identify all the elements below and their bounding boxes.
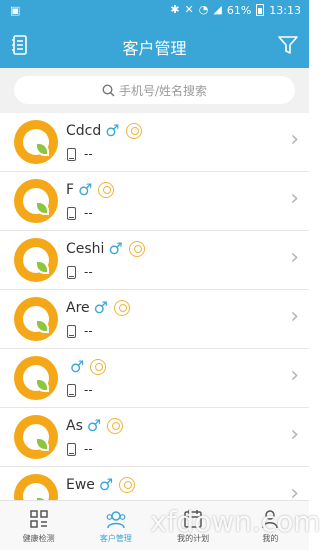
tab-health-check[interactable]: 健康检测: [0, 501, 77, 550]
search-area: 手机号/姓名搜索: [0, 68, 309, 113]
customer-phone: --: [84, 147, 93, 161]
customer-row[interactable]: ♂ -- ›: [0, 349, 309, 408]
customer-row[interactable]: F ♂ -- ›: [0, 172, 309, 231]
customer-row[interactable]: Ceshi ♂ -- ›: [0, 231, 309, 290]
tab-label: 健康检测: [22, 533, 55, 543]
avatar: [14, 297, 58, 341]
chevron-right-icon: ›: [290, 245, 299, 270]
customer-phone: --: [84, 324, 93, 338]
avatar: [14, 238, 58, 282]
bluetooth-icon: ✱: [170, 3, 180, 16]
tab-label: 客户管理: [99, 533, 132, 543]
signal-icon: ◢: [213, 3, 222, 16]
male-icon: ♂: [78, 180, 93, 199]
customer-list: Cdcd ♂ -- › F ♂ -- › Ceshi ♂ -- › Are ♂ -- ›…: [0, 113, 309, 500]
chevron-right-icon: ›: [290, 422, 299, 447]
medal-icon: [119, 477, 136, 493]
male-icon: ♂: [98, 475, 114, 494]
medal-icon: [107, 418, 124, 434]
status-icons: ✱ ✕ ◔ ◢ 61% 13:13: [170, 3, 301, 17]
medal-icon: [125, 123, 142, 139]
male-icon: ♂: [86, 416, 102, 435]
mute-icon: ✕: [184, 3, 194, 16]
medal-icon: [113, 300, 130, 316]
customer-phone: --: [84, 442, 93, 456]
users-icon: [106, 510, 126, 528]
page-title: 客户管理: [122, 39, 187, 58]
person-icon: [262, 509, 279, 528]
customer-name: Ceshi: [66, 241, 105, 257]
phone-icon: [67, 147, 76, 161]
tab-customer-management[interactable]: 客户管理: [77, 501, 154, 550]
customer-name: F: [66, 182, 75, 198]
wifi-icon: ◔: [198, 3, 209, 16]
customer-row[interactable]: Are ♂ -- ›: [0, 290, 309, 349]
notification-image-icon: ▣: [10, 4, 21, 17]
calendar-icon: [184, 509, 202, 528]
avatar: [14, 179, 58, 223]
customer-name: Are: [66, 300, 90, 316]
customer-name: Ewe: [66, 477, 95, 493]
search-input[interactable]: 手机号/姓名搜索: [14, 76, 295, 104]
customer-name: Cdcd: [66, 123, 102, 139]
phone-icon: [67, 383, 76, 397]
tab-bar: 健康检测 客户管理 我的计划 我的: [0, 500, 309, 550]
clock: 13:13: [269, 3, 301, 17]
battery-percent: 61%: [226, 3, 252, 17]
tab-label: 我的计划: [177, 533, 210, 543]
medal-icon: [98, 182, 115, 198]
avatar: [14, 474, 58, 500]
male-icon: ♂: [108, 239, 123, 258]
medal-icon: [90, 359, 107, 375]
phone-icon: [67, 442, 76, 456]
male-icon: ♂: [105, 121, 120, 140]
avatar: [14, 356, 58, 400]
chevron-right-icon: ›: [290, 363, 299, 388]
chevron-right-icon: ›: [290, 127, 299, 152]
phone-icon: [67, 265, 76, 279]
grid-icon: [29, 509, 48, 528]
filter-icon[interactable]: [277, 34, 299, 56]
customer-phone: --: [84, 206, 93, 220]
chevron-right-icon: ›: [290, 481, 299, 501]
search-placeholder: 手机号/姓名搜索: [118, 83, 208, 98]
customer-row[interactable]: Ewe♂ -- ›: [0, 467, 309, 500]
battery-icon: [256, 4, 265, 16]
tab-label: 我的: [262, 533, 279, 543]
customer-name: As: [66, 418, 83, 434]
tab-me[interactable]: 我的: [232, 501, 309, 550]
chevron-right-icon: ›: [290, 186, 299, 211]
medal-icon: [128, 241, 145, 257]
avatar: [14, 415, 58, 459]
male-icon: ♂: [70, 357, 85, 376]
status-bar: ▣ ✱ ✕ ◔ ◢ 61% 13:13: [0, 0, 309, 22]
search-icon: [102, 83, 115, 97]
chevron-right-icon: ›: [290, 304, 299, 329]
avatar: [14, 120, 58, 164]
tab-my-plan[interactable]: 我的计划: [155, 501, 232, 550]
customer-phone: --: [84, 383, 93, 397]
customer-row[interactable]: Cdcd ♂ -- ›: [0, 113, 309, 172]
phone-icon: [67, 206, 76, 220]
customer-row[interactable]: As ♂ -- ›: [0, 408, 309, 467]
customer-phone: --: [84, 265, 93, 279]
male-icon: ♂: [93, 298, 108, 317]
phone-icon: [67, 324, 76, 338]
title-bar: 客户管理: [0, 22, 309, 68]
